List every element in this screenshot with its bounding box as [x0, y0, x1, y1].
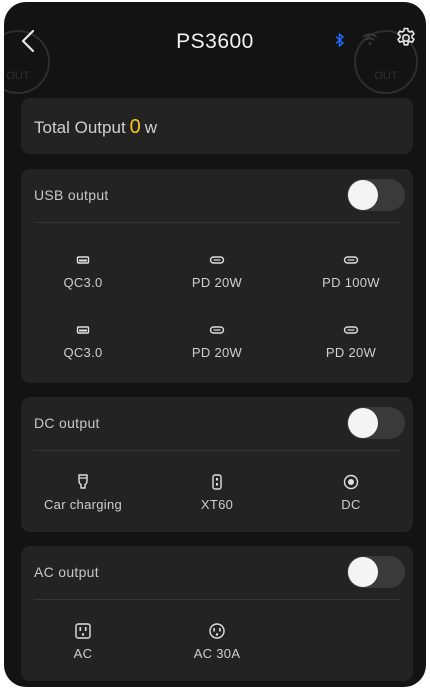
usb-output-card: USB output QC3.0 PD 20W PD 100W QC3.0 PD… [21, 169, 413, 383]
xt60-icon [212, 474, 222, 490]
car-charger-icon [78, 474, 88, 489]
ac-port-ac: AC [21, 622, 145, 663]
toggle-knob [348, 557, 378, 587]
usb-port-pd100: PD 100W [289, 251, 413, 292]
usb-a-icon [76, 326, 90, 334]
ac-output-toggle[interactable] [347, 556, 405, 588]
dc-port-dc: DC [289, 473, 413, 514]
port-label: QC3.0 [63, 275, 103, 290]
usb-c-icon [209, 256, 225, 264]
usb-port-pd20-2: PD 20W [155, 321, 279, 362]
port-label: PD 20W [325, 345, 377, 360]
divider [34, 222, 400, 223]
usb-port-pd20-3: PD 20W [289, 321, 413, 362]
dc-output-toggle[interactable] [347, 407, 405, 439]
dc-port-car-charging: Car charging [21, 473, 145, 514]
usb-output-toggle[interactable] [347, 179, 405, 211]
header: OUT OUT PS3600 [4, 2, 426, 94]
port-label: XT60 [200, 497, 234, 512]
usb-c-icon [343, 326, 359, 334]
ac-output-card: AC output AC AC 30A [21, 546, 413, 681]
port-label: PD 100W [322, 275, 380, 290]
port-label: QC3.0 [63, 345, 103, 360]
wifi-icon [362, 33, 378, 45]
total-output-value: 0 [129, 116, 141, 138]
divider [34, 599, 400, 600]
ac-outlet-icon [75, 623, 91, 639]
port-label: AC 30A [193, 646, 241, 661]
usb-port-qc3-1: QC3.0 [21, 251, 145, 292]
usb-c-icon [209, 326, 225, 334]
total-output-card: Total Output 0 w [21, 98, 413, 154]
app-screen: OUT OUT PS3600 Total Output 0 w USB output [4, 2, 426, 687]
port-label: Car charging [43, 497, 123, 512]
dc-output-card: DC output Car charging XT60 DC [21, 397, 413, 532]
port-label: PD 20W [191, 345, 243, 360]
total-output-unit: w [144, 118, 158, 137]
toggle-knob [348, 408, 378, 438]
total-output-row: Total Output 0 w [34, 116, 157, 139]
gear-icon[interactable] [394, 26, 418, 50]
total-output-label: Total Output [34, 118, 126, 137]
dc-port-xt60: XT60 [155, 473, 279, 514]
usb-port-qc3-2: QC3.0 [21, 321, 145, 362]
dc-output-title: DC output [34, 415, 100, 431]
port-label: AC [73, 646, 93, 661]
ac-port-30a: AC 30A [155, 622, 279, 663]
port-label: PD 20W [191, 275, 243, 290]
usb-a-icon [76, 256, 90, 264]
ac-30a-outlet-icon [209, 623, 225, 639]
output-indicator-label: OUT [374, 70, 398, 82]
port-label: DC [341, 497, 361, 512]
dc-port-icon [343, 474, 359, 490]
output-indicator-label: OUT [6, 70, 30, 82]
divider [34, 450, 400, 451]
usb-port-pd20-1: PD 20W [155, 251, 279, 292]
ac-output-title: AC output [34, 564, 99, 580]
usb-c-icon [343, 256, 359, 264]
toggle-knob [348, 180, 378, 210]
bluetooth-icon [335, 33, 344, 47]
usb-output-title: USB output [34, 187, 109, 203]
